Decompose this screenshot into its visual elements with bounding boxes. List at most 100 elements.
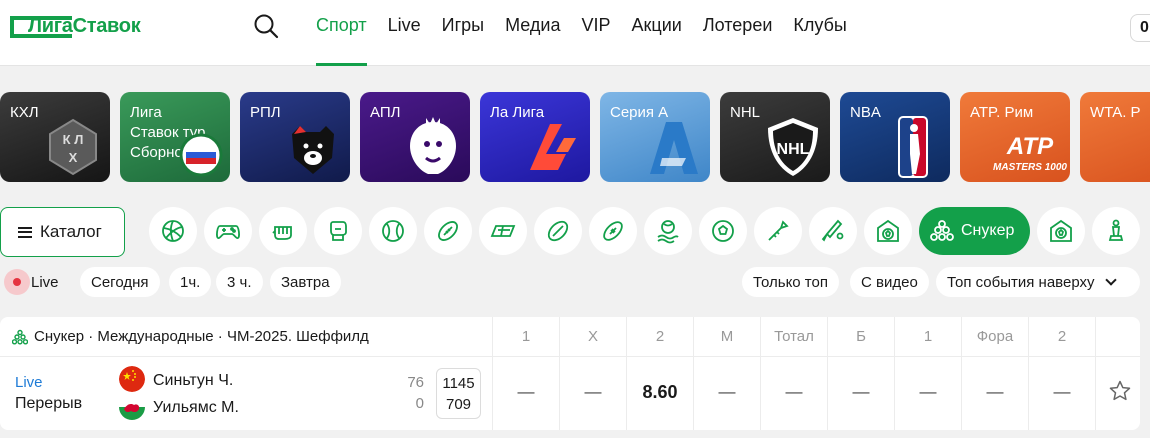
sport-volleyball[interactable] [149, 207, 197, 255]
filter-live[interactable]: Live [18, 267, 70, 297]
frames-score-box: 1145 709 [436, 368, 481, 419]
league-card-nba[interactable]: NBA [840, 92, 950, 182]
china-flag-icon [119, 366, 145, 392]
snooker-icon [930, 220, 954, 241]
sport-rugby[interactable] [424, 207, 472, 255]
odd-win-1[interactable]: — [492, 357, 559, 430]
nba-logo-icon [898, 116, 928, 178]
sport-floorball[interactable] [479, 207, 527, 255]
laliga-icon [530, 124, 576, 170]
team-1-name: Синьтун Ч. [153, 372, 234, 389]
odd-handicap[interactable]: — [961, 357, 1028, 430]
league-card-laliga[interactable]: Ла Лига [480, 92, 590, 182]
table-row[interactable]: Live Перерыв Синьтун Ч. Уильямс М. 76 0 … [0, 357, 1140, 430]
team-1-points: 1145 [442, 375, 475, 392]
odd-m[interactable]: — [693, 357, 760, 430]
league-card-label: ATP. Рим [970, 104, 1034, 121]
sport-baseball[interactable] [369, 207, 417, 255]
catalog-button[interactable]: Каталог [0, 207, 125, 257]
filter-tomorrow[interactable]: Завтра [270, 267, 341, 297]
darts-icon [768, 220, 789, 241]
sport-futsal[interactable] [699, 207, 747, 255]
sport-chess[interactable] [1092, 207, 1140, 255]
sport-boxing[interactable] [314, 207, 362, 255]
tournament-header[interactable]: Снукер · Международные · ЧМ-2025. Шеффил… [12, 328, 369, 345]
sport-snooker[interactable]: Снукер [919, 207, 1030, 255]
team-2-score: 0 [415, 395, 424, 412]
star-icon[interactable] [1108, 379, 1132, 403]
snooker-icon [12, 329, 28, 345]
league-card-khl[interactable]: КХЛ К Л Х [0, 92, 110, 182]
chevron-down-icon [1104, 274, 1117, 286]
league-card-rpl[interactable]: РПЛ [240, 92, 350, 182]
filter-3h[interactable]: 3 ч. [216, 267, 263, 297]
khl-logo-icon: К Л Х [49, 118, 97, 176]
league-card-nhl[interactable]: NHL NHL [720, 92, 830, 182]
american-football-icon [603, 221, 623, 241]
aussie-rules-icon [547, 220, 569, 242]
odd-draw[interactable]: — [559, 357, 626, 430]
sort-dropdown-label: Топ события наверху [947, 274, 1095, 291]
col-head-fav [1095, 317, 1140, 357]
col-head-m: М [693, 317, 760, 357]
sport-hockey[interactable] [259, 207, 307, 255]
sport-american-football[interactable] [589, 207, 637, 255]
odd-over[interactable]: — [827, 357, 894, 430]
svg-text:К Л: К Л [63, 132, 84, 147]
col-head-handicap: Фора [961, 317, 1028, 357]
nav-clubs[interactable]: Клубы [793, 0, 846, 66]
sport-esports[interactable] [204, 207, 252, 255]
nav-sport[interactable]: Спорт [316, 0, 367, 66]
filter-top-only[interactable]: Только топ [742, 267, 839, 297]
nav-media[interactable]: Медиа [505, 0, 560, 66]
league-card-serie-a[interactable]: Серия А [600, 92, 710, 182]
filter-with-video[interactable]: С видео [850, 267, 929, 297]
boxing-icon [330, 221, 347, 241]
sport-aussie-rules[interactable] [534, 207, 582, 255]
futsal-icon [712, 220, 734, 242]
col-head-total: Тотал [760, 317, 827, 357]
svg-text:MASTERS 1000: MASTERS 1000 [993, 162, 1067, 173]
team-2-points: 709 [445, 396, 472, 413]
odd-total[interactable]: — [760, 357, 827, 430]
league-card-atp-rome[interactable]: ATP. Рим ATP MASTERS 1000 [960, 92, 1070, 182]
search-icon[interactable] [252, 12, 280, 40]
filter-1h[interactable]: 1ч. [169, 267, 212, 297]
hockey-glove-icon [272, 226, 292, 240]
filter-today[interactable]: Сегодня [80, 267, 160, 297]
sport-beach-soccer[interactable] [864, 207, 912, 255]
wales-flag-icon [119, 394, 145, 420]
nav-promotions[interactable]: Акции [632, 0, 682, 66]
odd-handicap-1[interactable]: — [894, 357, 961, 430]
sport-water-polo[interactable] [644, 207, 692, 255]
league-card-label: АПЛ [370, 104, 401, 121]
nav-vip[interactable]: VIP [582, 0, 611, 66]
serie-a-icon [650, 122, 698, 174]
league-card-national-tour[interactable]: Лига Ставок тур Сборной [120, 92, 230, 182]
esports-gamepad-icon [216, 225, 240, 240]
league-card-apl[interactable]: АПЛ [360, 92, 470, 182]
odd-win-2[interactable]: 8.60 [626, 357, 693, 430]
events-table: Снукер · Международные · ЧМ-2025. Шеффил… [0, 317, 1140, 430]
water-polo-icon [657, 220, 679, 244]
col-head-1: 1 [492, 317, 559, 357]
balance-button[interactable]: 0 [1130, 14, 1150, 42]
beach-soccer-icon [877, 219, 899, 242]
nav-lotteries[interactable]: Лотереи [703, 0, 773, 66]
league-card-wta-rome[interactable]: WTA. Р [1080, 92, 1150, 182]
nav-live[interactable]: Live [388, 0, 421, 66]
team-1-score: 76 [407, 374, 424, 391]
odd-handicap-2[interactable]: — [1028, 357, 1095, 430]
atp-masters-icon: ATP MASTERS 1000 [993, 133, 1067, 173]
table-header: Снукер · Международные · ЧМ-2025. Шеффил… [0, 317, 1140, 357]
sport-cricket[interactable] [809, 207, 857, 255]
sport-darts[interactable] [754, 207, 802, 255]
sport-field-soccer[interactable] [1037, 207, 1085, 255]
sort-dropdown[interactable]: Топ события наверху [936, 267, 1140, 297]
nav-games[interactable]: Игры [442, 0, 484, 66]
menu-icon [18, 226, 32, 238]
logo[interactable]: ЛигаСтавок [10, 15, 141, 38]
rugby-ball-icon [438, 221, 458, 241]
col-head-h2: 2 [1028, 317, 1095, 357]
col-head-b: Б [827, 317, 894, 357]
